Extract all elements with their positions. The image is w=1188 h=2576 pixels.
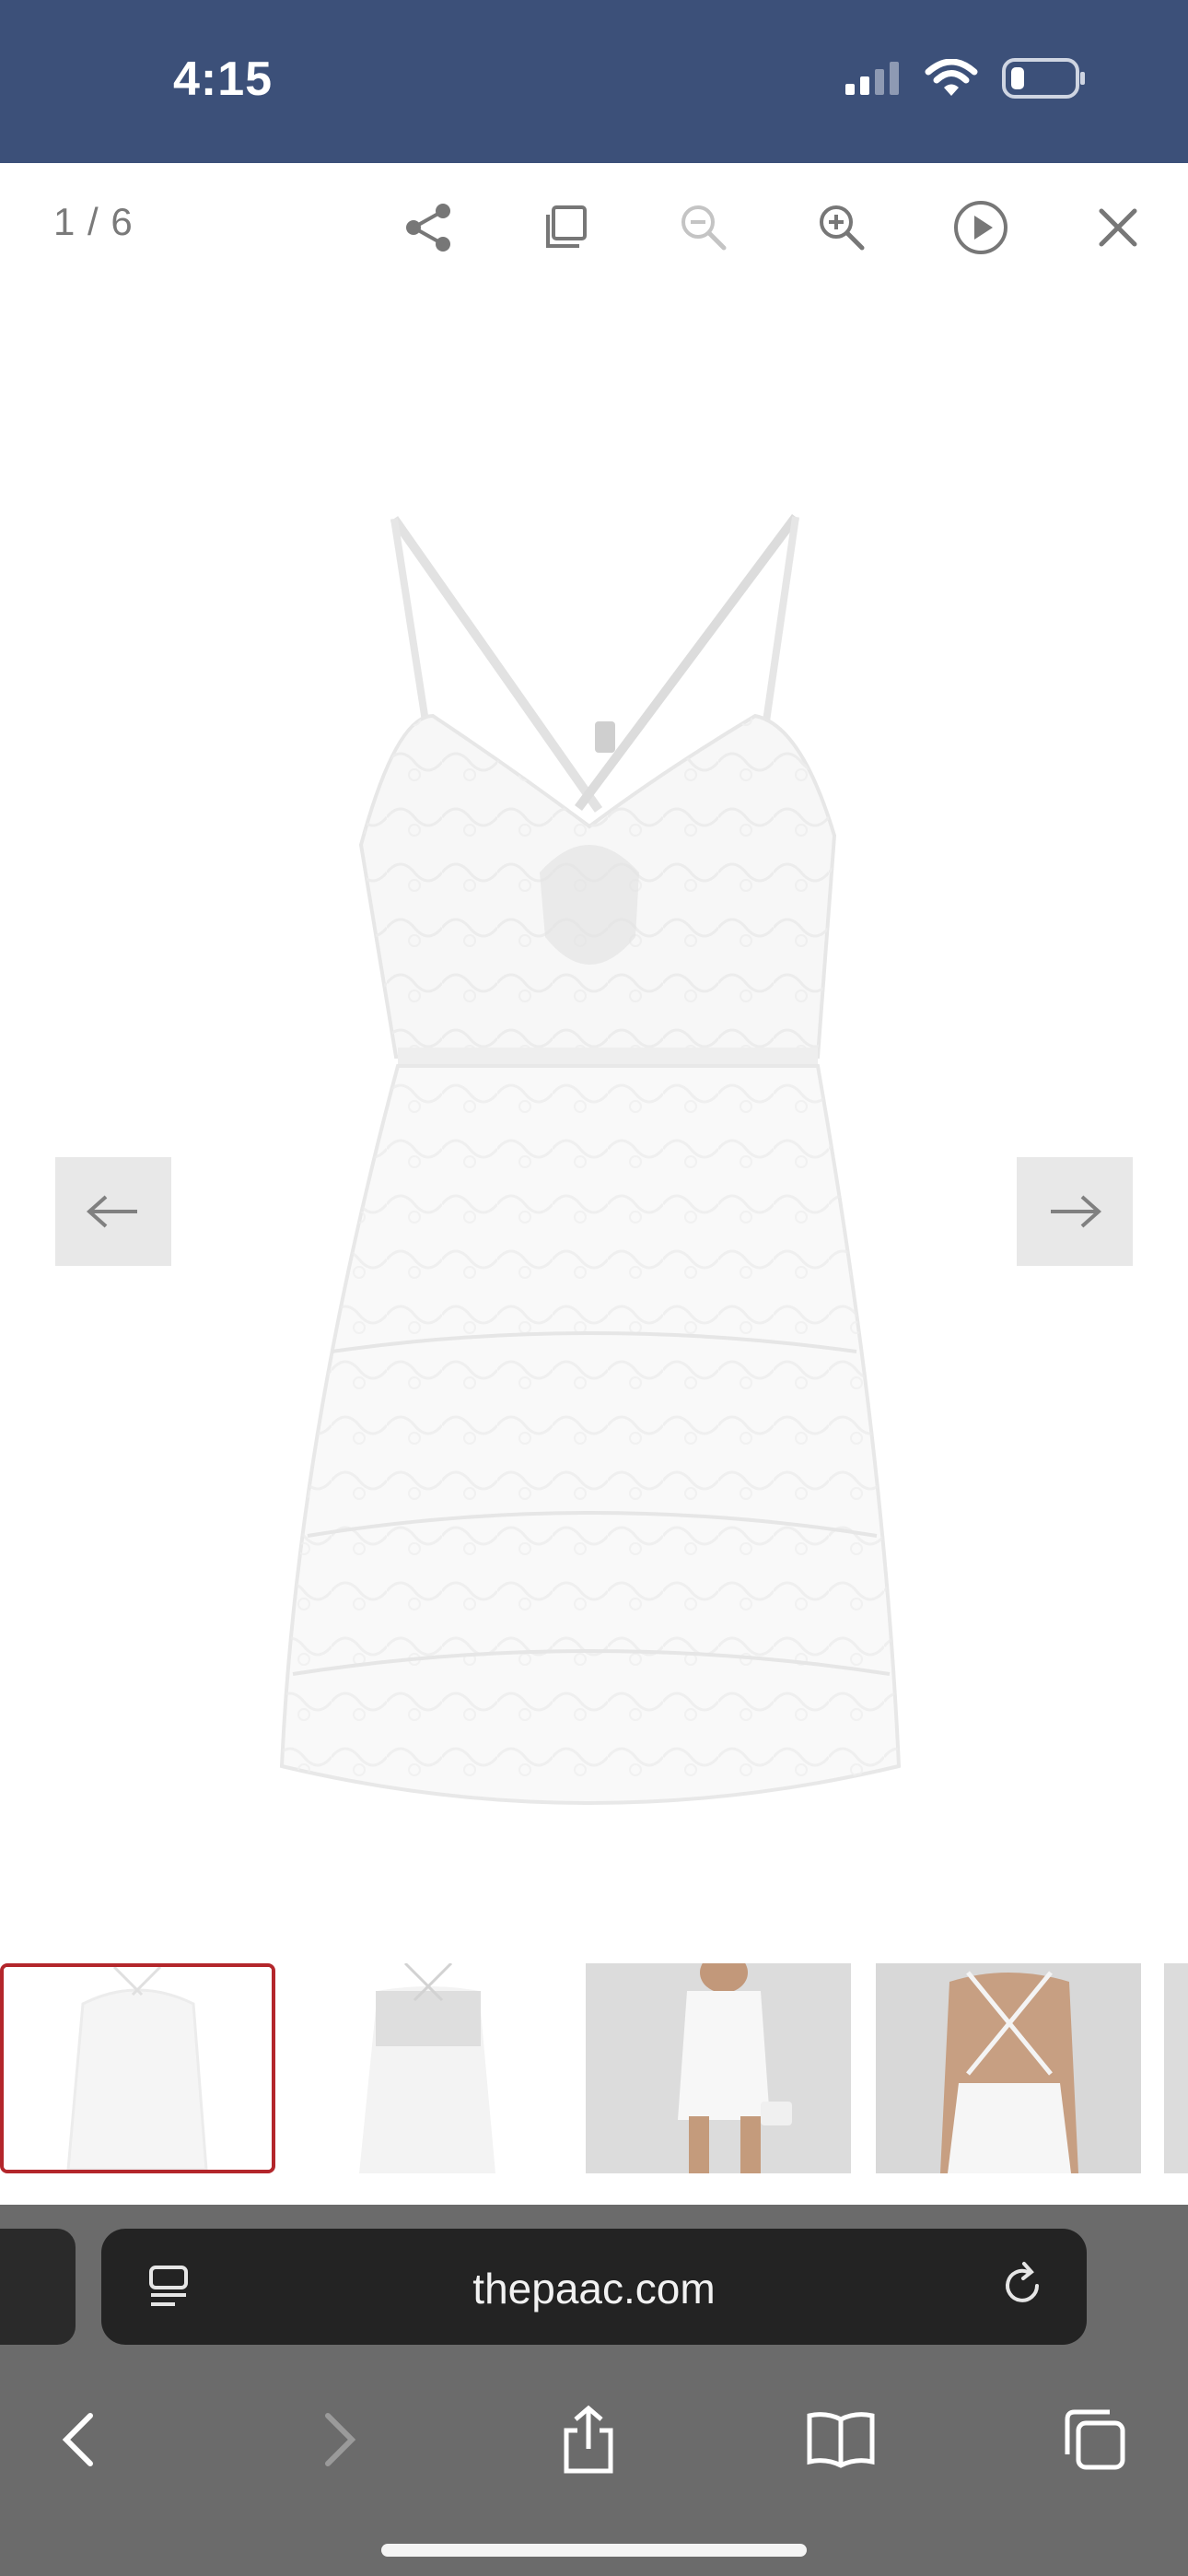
browser-toolbar: thepaac.com — [0, 2205, 1188, 2576]
previous-tab-peek[interactable] — [0, 2229, 76, 2345]
thumbnail-1[interactable] — [0, 1963, 275, 2173]
main-product-image — [279, 514, 902, 1805]
fullscreen-button[interactable] — [530, 191, 603, 264]
share-page-button[interactable] — [538, 2389, 639, 2490]
main-image-stage — [0, 292, 1188, 1950]
tabs-button[interactable] — [1044, 2389, 1146, 2490]
copy-icon — [546, 205, 587, 248]
arrow-right-icon — [1051, 1195, 1102, 1228]
zoom-out-icon — [681, 205, 727, 251]
status-bar: 4:15 — [0, 0, 1188, 163]
slideshow-button[interactable] — [944, 191, 1018, 264]
share-button[interactable] — [391, 191, 465, 264]
share-icon — [406, 204, 450, 252]
zoom-in-icon — [820, 205, 865, 251]
zoom-in-button[interactable] — [805, 191, 879, 264]
arrow-left-icon — [86, 1195, 137, 1228]
status-time: 4:15 — [173, 53, 274, 106]
reload-icon[interactable] — [996, 2260, 1048, 2316]
forward-button[interactable] — [287, 2389, 389, 2490]
home-indicator[interactable] — [381, 2544, 807, 2557]
tabs-icon — [1065, 2409, 1125, 2470]
image-counter: 1 / 6 — [53, 200, 134, 243]
forward-icon — [325, 2413, 356, 2466]
previous-image-button[interactable] — [55, 1157, 171, 1266]
lightbox-toolbar: 1 / 6 — [0, 163, 1188, 292]
back-button[interactable] — [29, 2389, 131, 2490]
url-text[interactable]: thepaac.com — [101, 2264, 1087, 2313]
cellular-signal-icon — [844, 60, 901, 101]
battery-icon — [1002, 57, 1087, 103]
bookmarks-icon — [807, 2412, 875, 2468]
thumbnail-2[interactable] — [295, 1963, 562, 2173]
wifi-icon — [925, 58, 978, 102]
share-icon — [564, 2405, 613, 2474]
thumbnail-5[interactable] — [1164, 1963, 1188, 2173]
status-icons — [844, 57, 1087, 103]
thumbnail-strip — [0, 1956, 1188, 2177]
bookmarks-button[interactable] — [790, 2389, 891, 2490]
thumbnail-3[interactable] — [586, 1963, 851, 2173]
close-button[interactable] — [1081, 191, 1155, 264]
back-icon — [62, 2413, 93, 2466]
thumbnail-4[interactable] — [876, 1963, 1141, 2173]
close-icon — [1099, 208, 1137, 247]
browser-nav-row — [0, 2389, 1188, 2500]
zoom-out-button[interactable] — [667, 191, 740, 264]
next-image-button[interactable] — [1017, 1157, 1133, 1266]
address-bar[interactable]: thepaac.com — [101, 2229, 1087, 2345]
play-icon — [954, 201, 1007, 254]
